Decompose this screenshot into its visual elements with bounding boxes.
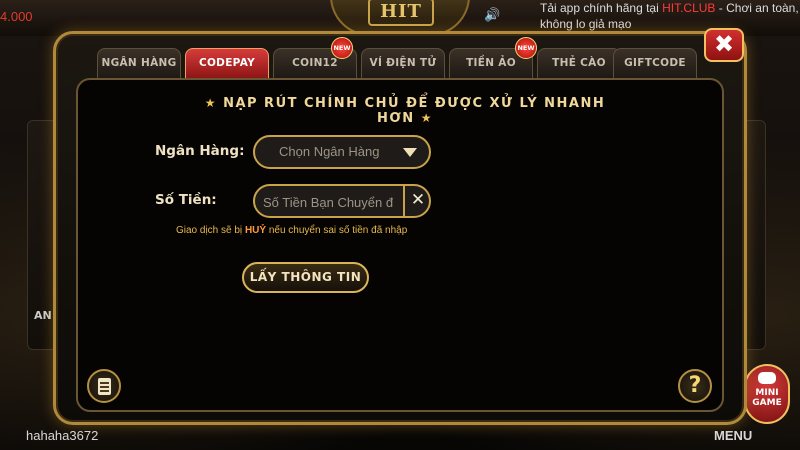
new-badge: NEW [515,37,537,59]
history-button[interactable] [87,369,121,403]
headline-text: NẠP RÚT CHÍNH CHỦ ĐỂ ĐƯỢC XỬ LÝ NHANH HƠ… [223,96,606,126]
bank-select-value: Chọn Ngân Hàng [279,144,380,159]
clear-icon[interactable]: ✕ [403,186,429,216]
close-button[interactable]: ✖ [704,28,744,62]
speaker-icon[interactable]: 🔊 [484,8,500,23]
note-cancel-word: HUỶ [244,225,267,236]
help-button[interactable]: ? [678,369,712,403]
star-icon: ★ [420,111,433,125]
mini-game-label: MINI GAME [752,388,782,408]
amount-label: Số Tiền: [155,192,217,208]
content-panel [76,78,724,412]
username: hahaha3672 [26,428,99,443]
tab-the-cao[interactable]: THẺ CÀO [537,48,621,78]
headline: ★ NẠP RÚT CHÍNH CHỦ ĐỂ ĐƯỢC XỬ LÝ NHANH … [190,96,620,126]
promo-brand[interactable]: HIT.CLUB [662,1,715,15]
tab-codepay[interactable]: CODEPAY [185,48,269,78]
tab-ngan-hang[interactable]: NGÂN HÀNG [97,48,181,78]
mini-game-button[interactable]: 5 MINI GAME [738,364,790,428]
tab-giftcode[interactable]: GIFTCODE [613,48,697,78]
gamepad-icon [758,372,776,384]
note-prefix: Giao dịch sẽ bị [176,225,245,236]
get-info-button[interactable]: LẤY THÔNG TIN [242,262,369,293]
menu-button[interactable]: MENU [714,428,752,443]
amount-input[interactable] [263,192,401,212]
document-icon [98,378,111,395]
amount-field: ✕ [253,184,431,218]
star-icon: ★ [204,96,218,110]
bank-select[interactable]: Chọn Ngân Hàng [253,135,431,169]
note-suffix: nếu chuyển sai số tiền đã nhập [266,225,408,236]
tab-vi-dien-tu[interactable]: VÍ ĐIỆN TỬ [361,48,445,78]
new-badge: NEW [331,37,353,59]
warning-note: Giao dịch sẽ bị HUỶ nếu chuyển sai số ti… [176,225,476,236]
promo-prefix: Tải app chính hãng tại [540,1,663,15]
chevron-down-icon [403,148,417,157]
logo-text: HIT [368,0,434,26]
promo-banner: Tải app chính hãng tại HIT.CLUB - Chơi a… [540,0,800,32]
bank-label: Ngân Hàng: [155,143,245,159]
left-side-label: AN [34,309,52,322]
balance-value: 4.000 [0,9,33,24]
